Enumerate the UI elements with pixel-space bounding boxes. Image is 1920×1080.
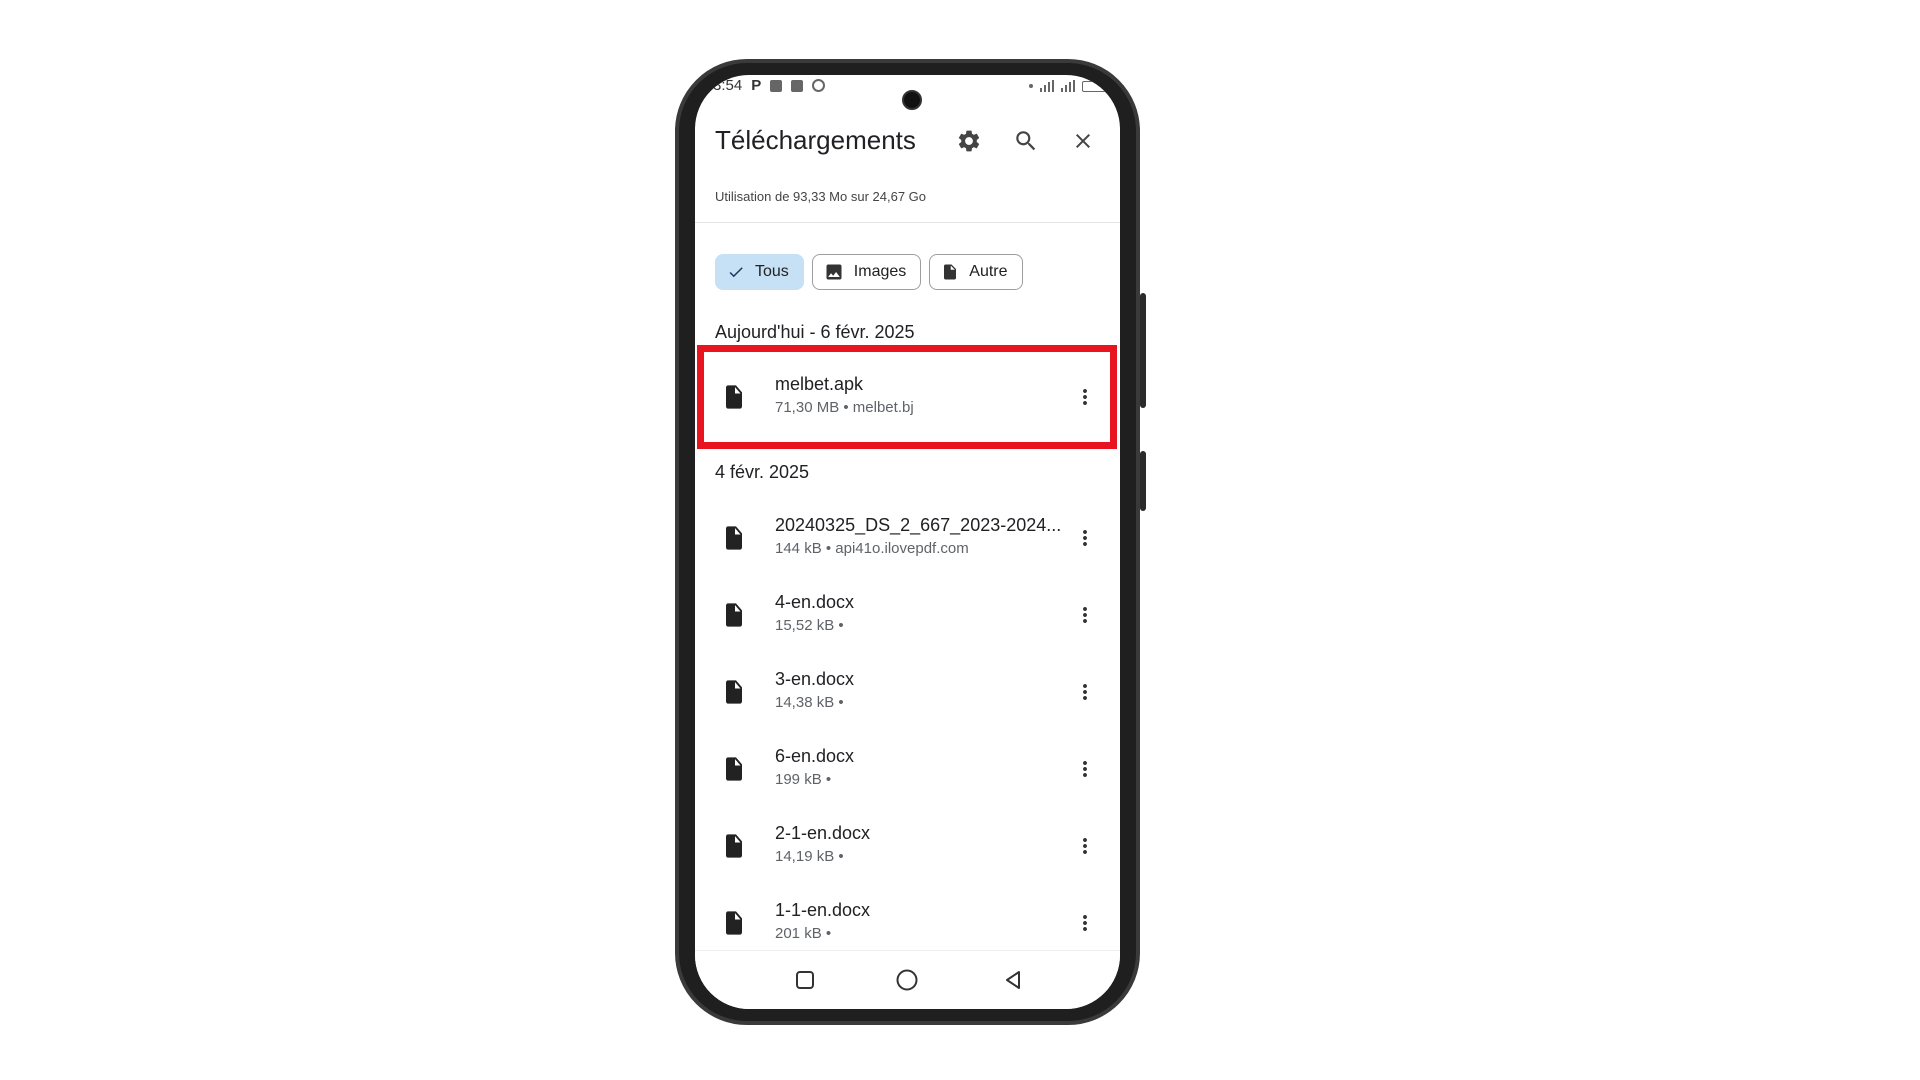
- file-meta: 144 kB • api41o.ilovepdf.com: [775, 540, 969, 557]
- filter-chips: Tous Images Autre: [715, 254, 1023, 290]
- shield-icon: [791, 79, 804, 92]
- more-options-button[interactable]: [1070, 600, 1100, 630]
- navigation-bar: [695, 950, 1120, 1009]
- more-options-button[interactable]: [1070, 677, 1100, 707]
- more-vert-icon: [1083, 684, 1087, 700]
- file-icon: [944, 264, 957, 280]
- recents-button[interactable]: [791, 966, 819, 994]
- filter-chip-label: Autre: [969, 263, 1008, 280]
- download-item[interactable]: 20240325_DS_2_667_2023-2024... 144 kB • …: [695, 503, 1120, 573]
- search-icon: [1016, 131, 1036, 151]
- file-meta: 199 kB •: [775, 771, 832, 788]
- dot-icon: [1029, 84, 1033, 88]
- file-icon: [726, 680, 742, 704]
- app-header: Téléchargements: [715, 111, 1105, 171]
- phone-screen: 3:54 P Téléchargements Utilisation de 93…: [695, 75, 1120, 1009]
- check-icon: [729, 267, 743, 278]
- page-title: Téléchargements: [715, 125, 916, 155]
- download-item[interactable]: 2-1-en.docx 14,19 kB •: [695, 811, 1120, 881]
- filter-chip-other[interactable]: Autre: [929, 254, 1023, 290]
- file-icon: [726, 603, 742, 627]
- signal-icon-2: [1061, 80, 1075, 92]
- back-button[interactable]: [999, 966, 1027, 994]
- file-icon: [726, 526, 742, 550]
- battery-icon: [1082, 80, 1106, 92]
- power-button: [1140, 451, 1146, 511]
- file-meta: 15,52 kB •: [775, 617, 844, 634]
- section-date-today: Aujourd'hui - 6 févr. 2025: [715, 322, 915, 342]
- file-meta: 14,38 kB •: [775, 694, 844, 711]
- more-vert-icon: [1083, 607, 1087, 623]
- download-item[interactable]: 4-en.docx 15,52 kB •: [695, 580, 1120, 650]
- header-divider: [695, 222, 1120, 223]
- file-icon: [726, 911, 742, 935]
- status-bar: 3:54 P: [695, 75, 1120, 103]
- more-options-button[interactable]: [1070, 523, 1100, 553]
- file-name: 20240325_DS_2_667_2023-2024...: [775, 515, 1062, 535]
- filter-chip-label: Tous: [755, 263, 789, 280]
- search-button[interactable]: [1010, 125, 1042, 157]
- download-item[interactable]: 3-en.docx 14,38 kB •: [695, 657, 1120, 727]
- back-icon: [1006, 971, 1020, 989]
- close-button[interactable]: [1067, 125, 1099, 157]
- image-icon: [826, 264, 842, 280]
- more-vert-icon: [1083, 838, 1087, 854]
- more-vert-icon: [1083, 530, 1087, 546]
- gear-icon: [958, 130, 980, 152]
- more-options-button[interactable]: [1070, 908, 1100, 938]
- download-item[interactable]: 6-en.docx 199 kB •: [695, 734, 1120, 804]
- file-name: 1-1-en.docx: [775, 900, 871, 920]
- status-time: 3:54: [713, 77, 743, 94]
- file-name: 6-en.docx: [775, 746, 855, 766]
- file-icon: [726, 757, 742, 781]
- signal-icon: [1040, 80, 1054, 92]
- phone-frame: 3:54 P Téléchargements Utilisation de 93…: [675, 59, 1146, 1025]
- file-meta: 201 kB •: [775, 925, 832, 942]
- more-vert-icon: [1083, 761, 1087, 777]
- notification-icon: [770, 79, 783, 92]
- volume-button: [1140, 293, 1146, 408]
- more-options-button[interactable]: [1070, 754, 1100, 784]
- filter-chip-images[interactable]: Images: [811, 254, 922, 290]
- status-carrier: P: [751, 77, 762, 94]
- section-date: 4 févr. 2025: [715, 462, 810, 482]
- home-button[interactable]: [893, 966, 921, 994]
- file-meta: 14,19 kB •: [775, 848, 844, 865]
- storage-usage: Utilisation de 93,33 Mo sur 24,67 Go: [715, 189, 927, 204]
- home-icon: [896, 969, 918, 991]
- filter-chip-all[interactable]: Tous: [715, 254, 804, 290]
- file-name: 4-en.docx: [775, 592, 855, 612]
- red-highlight-box: [697, 345, 1117, 449]
- more-vert-icon: [1083, 915, 1087, 931]
- file-name: 2-1-en.docx: [775, 823, 871, 843]
- settings-button[interactable]: [953, 125, 985, 157]
- close-icon: [1076, 134, 1090, 148]
- download-item[interactable]: 1-1-en.docx 201 kB •: [695, 888, 1120, 958]
- file-name: 3-en.docx: [775, 669, 855, 689]
- recents-icon: [796, 971, 814, 989]
- filter-chip-label: Images: [853, 263, 907, 280]
- clock-icon: [812, 79, 826, 92]
- file-icon: [726, 834, 742, 858]
- more-options-button[interactable]: [1070, 831, 1100, 861]
